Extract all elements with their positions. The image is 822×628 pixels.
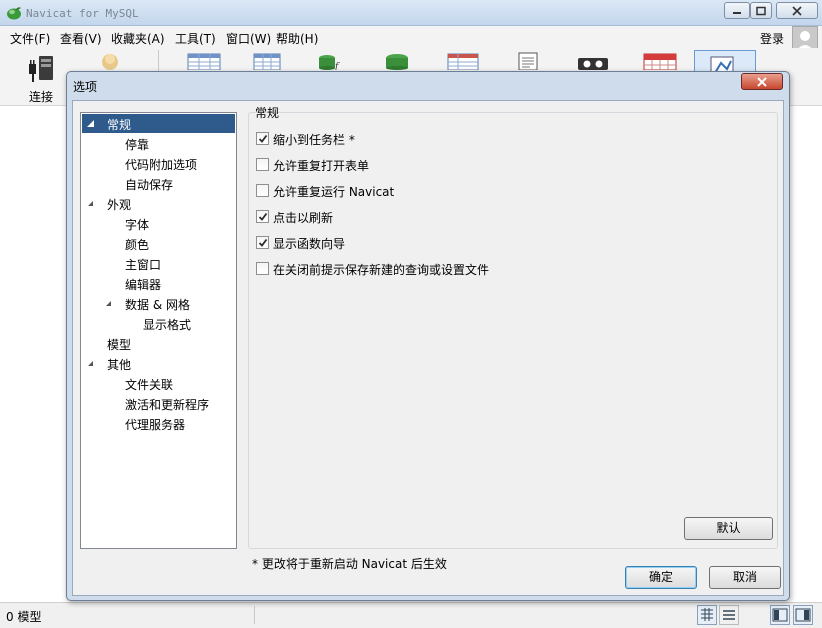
table-icon <box>182 50 230 70</box>
menu-favorites[interactable]: 收藏夹(A) <box>111 30 165 47</box>
backup-icon <box>570 50 618 70</box>
tree-item-autosave[interactable]: 自动保存 <box>82 174 235 193</box>
close-window-button[interactable] <box>776 2 818 19</box>
ok-button[interactable]: 确定 <box>625 566 697 589</box>
connect-label: 连接 <box>17 88 65 105</box>
menu-bar: 文件(F) 查看(V) 收藏夹(A) 工具(T) 窗口(W) 帮助(H) <box>0 26 822 48</box>
expand-triangle-icon[interactable] <box>86 359 95 368</box>
tree-item-font[interactable]: 字体 <box>82 214 235 233</box>
expand-triangle-icon[interactable] <box>86 119 95 128</box>
split-left-button[interactable] <box>770 605 790 625</box>
tree-item-other[interactable]: 其他 <box>82 354 235 373</box>
expand-triangle-icon[interactable] <box>104 299 113 308</box>
split-right-button[interactable] <box>793 605 813 625</box>
option-label: 点击以刷新 <box>273 209 333 226</box>
menu-file[interactable]: 文件(F) <box>10 30 50 47</box>
menu-view[interactable]: 查看(V) <box>60 30 102 47</box>
event-icon <box>373 50 421 70</box>
svg-text:f: f <box>334 62 340 70</box>
menu-tools[interactable]: 工具(T) <box>175 30 216 47</box>
view-icon <box>244 50 292 70</box>
tree-item-code-append[interactable]: 代码附加选项 <box>82 154 235 173</box>
status-text: 0 模型 <box>6 608 41 625</box>
tree-item-data-grid[interactable]: 数据 & 网格 <box>82 294 235 313</box>
checkbox-allow-duplicate-forms[interactable] <box>256 158 269 171</box>
checkmark-icon <box>258 212 268 222</box>
close-icon <box>756 77 768 87</box>
general-group-box <box>248 112 778 549</box>
app-title: Navicat for MySQL <box>26 7 139 20</box>
split-right-icon <box>794 606 812 624</box>
checkbox-prompt-save-before-close[interactable] <box>256 262 269 275</box>
status-separator <box>254 606 255 624</box>
group-title: 常规 <box>255 104 279 121</box>
default-button[interactable]: 默认 <box>684 517 773 540</box>
login-link[interactable]: 登录 <box>760 30 784 47</box>
options-tree: 常规 停靠 代码附加选项 自动保存 外观 字体 颜色 主窗口 <box>80 112 237 549</box>
expand-triangle-icon[interactable] <box>86 199 95 208</box>
tree-item-file-association[interactable]: 文件关联 <box>82 374 235 393</box>
checkbox-click-to-refresh[interactable] <box>256 210 269 223</box>
function-icon: f <box>305 50 353 70</box>
connect-button[interactable]: 连接 <box>17 50 65 102</box>
maximize-button[interactable] <box>750 2 772 19</box>
cancel-button[interactable]: 取消 <box>709 566 781 589</box>
navicat-logo-icon <box>6 5 22 21</box>
dialog-close-button[interactable] <box>741 73 783 90</box>
tree-item-appearance[interactable]: 外观 <box>82 194 235 213</box>
restart-note: * 更改将于重新启动 Navicat 后生效 <box>252 555 447 572</box>
checkmark-icon <box>258 134 268 144</box>
option-label: 缩小到任务栏 * <box>273 131 355 148</box>
tree-item-editor[interactable]: 编辑器 <box>82 274 235 293</box>
tree-item-main-window[interactable]: 主窗口 <box>82 254 235 273</box>
tree-item-proxy-server[interactable]: 代理服务器 <box>82 414 235 433</box>
menu-window[interactable]: 窗口(W) <box>226 30 271 47</box>
connection-icon <box>17 50 65 86</box>
tree-item-color[interactable]: 颜色 <box>82 234 235 253</box>
status-bar: 0 模型 <box>0 602 822 628</box>
grid-view-button[interactable] <box>697 605 717 625</box>
option-label: 显示函数向导 <box>273 235 345 252</box>
option-label: 允许重复运行 Navicat <box>273 183 394 200</box>
menu-help[interactable]: 帮助(H) <box>276 30 318 47</box>
tree-item-docking[interactable]: 停靠 <box>82 134 235 153</box>
checkbox-minimize-to-tray[interactable] <box>256 132 269 145</box>
dialog-body: 常规 停靠 代码附加选项 自动保存 外观 字体 颜色 主窗口 <box>72 100 784 596</box>
checkbox-show-function-wizard[interactable] <box>256 236 269 249</box>
checkbox-allow-multiple-instances[interactable] <box>256 184 269 197</box>
minimize-button[interactable] <box>724 2 750 19</box>
minimize-icon <box>732 7 742 15</box>
checkmark-icon <box>258 238 268 248</box>
tree-item-general[interactable]: 常规 <box>82 114 235 133</box>
maximize-icon <box>756 6 766 15</box>
main-title-bar: Navicat for MySQL <box>0 0 822 26</box>
option-label: 在关闭前提示保存新建的查询或设置文件 <box>273 261 489 278</box>
option-label: 允许重复打开表单 <box>273 157 369 174</box>
tree-item-model[interactable]: 模型 <box>82 334 235 353</box>
dialog-title: 选项 <box>73 78 97 95</box>
close-icon <box>792 6 802 16</box>
tree-item-activation-update[interactable]: 激活和更新程序 <box>82 394 235 413</box>
split-left-icon <box>771 606 789 624</box>
query-icon <box>440 50 488 70</box>
list-view-icon <box>720 606 738 624</box>
options-dialog: 选项 常规 停靠 代码附加选项 自动保存 外观 字体 <box>66 71 790 601</box>
tree-item-display-format[interactable]: 显示格式 <box>82 314 235 333</box>
schedule-icon <box>636 50 684 70</box>
grid-view-icon <box>698 606 716 624</box>
user-icon <box>88 50 136 70</box>
list-view-button[interactable] <box>719 605 739 625</box>
report-icon <box>505 50 553 70</box>
